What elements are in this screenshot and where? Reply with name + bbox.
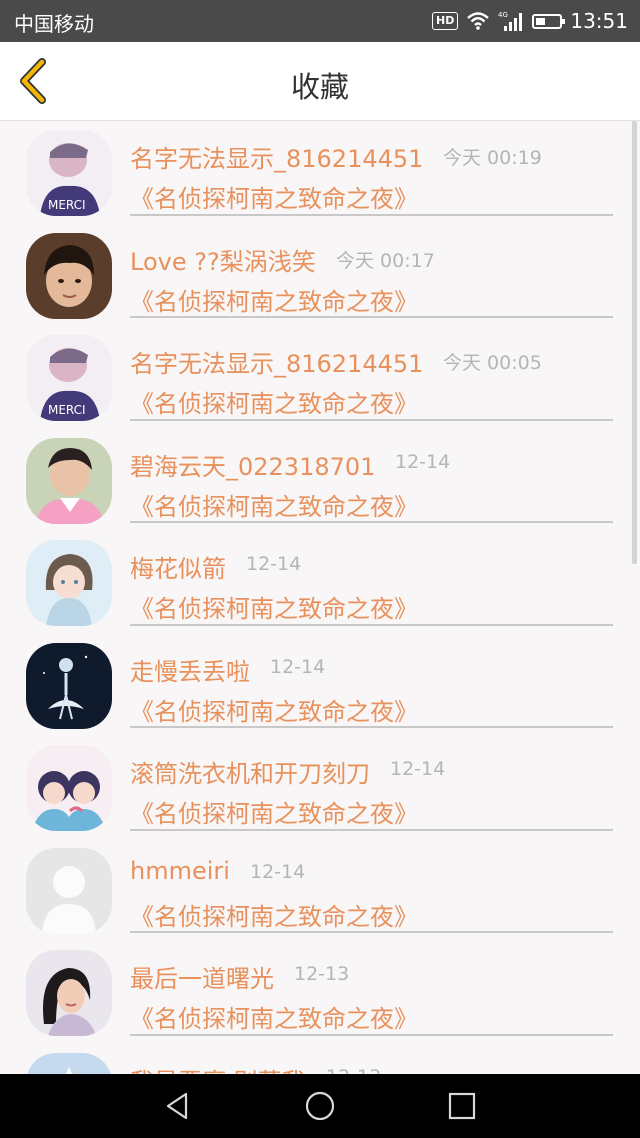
row-divider: [130, 213, 613, 216]
row-divider: [130, 521, 613, 523]
battery-level: [536, 17, 546, 25]
wifi-icon: [466, 11, 490, 31]
avatar: MERCI: [26, 130, 112, 216]
circle-home-icon: [305, 1091, 335, 1121]
item-username[interactable]: 梅花似箭: [130, 549, 226, 584]
item-time: 12-14: [390, 758, 446, 780]
list-item[interactable]: 梅花似箭 12-14 《名侦探柯南之致命之夜》: [0, 531, 640, 634]
nav-bar: 收藏: [0, 42, 640, 121]
battery-icon: [532, 13, 566, 29]
item-username[interactable]: 名字无法显示_816214451: [130, 344, 423, 379]
svg-text:MERCI: MERCI: [48, 403, 86, 417]
item-time: 12-14: [250, 860, 306, 883]
avatar: [26, 745, 112, 831]
item-time: 今天 00:17: [336, 249, 435, 272]
item-username[interactable]: 最后一道曙光: [130, 959, 274, 994]
status-bar: 中国移动 HD 4G 13:51: [0, 0, 640, 42]
avatar: MERCI: [26, 335, 112, 421]
hd-badge: HD: [432, 12, 459, 30]
item-username[interactable]: 我是恶魔 别惹我: [130, 1062, 306, 1075]
row-divider: [130, 623, 613, 626]
item-time: 今天 00:19: [443, 147, 542, 169]
item-title[interactable]: 《名侦探柯南之致命之夜》: [130, 589, 418, 624]
item-username[interactable]: 名字无法显示_816214451: [130, 139, 423, 174]
avatar: [26, 950, 112, 1036]
avatar: [26, 540, 112, 626]
row-divider: [130, 316, 613, 318]
system-nav-bar: [0, 1074, 640, 1138]
item-username[interactable]: 走慢丢丢啦: [130, 652, 250, 687]
item-title[interactable]: 《名侦探柯南之致命之夜》: [130, 999, 418, 1034]
item-title[interactable]: 《名侦探柯南之致命之夜》: [130, 692, 418, 727]
list-item[interactable]: 碧海云天_022318701 12-14 《名侦探柯南之致命之夜》: [0, 429, 640, 532]
row-divider: [130, 931, 613, 933]
item-username[interactable]: 碧海云天_022318701: [130, 447, 375, 482]
page-title: 收藏: [290, 70, 349, 104]
item-time: 12-13: [294, 963, 350, 985]
item-username[interactable]: Love ??梨涡浅笑: [130, 242, 316, 277]
triangle-back-icon: [166, 1092, 188, 1120]
carrier-label: 中国移动: [14, 12, 94, 36]
item-time: 今天 00:05: [443, 352, 542, 374]
home-nav-button[interactable]: [304, 1090, 336, 1122]
avatar: [26, 232, 112, 319]
signal-icon: 4G: [498, 10, 524, 32]
list-item[interactable]: Love ??梨涡浅笑 今天 00:17 《名侦探柯南之致命之夜》: [0, 224, 640, 327]
item-username[interactable]: hmmeiri: [130, 857, 230, 885]
item-time: 12-14: [246, 553, 302, 575]
item-title[interactable]: 《名侦探柯南之致命之夜》: [130, 897, 418, 932]
scrollbar[interactable]: [632, 121, 637, 564]
item-time: 12-13: [326, 1066, 381, 1075]
row-divider: [130, 828, 613, 831]
status-icons: HD 4G 13:51: [432, 8, 628, 34]
row-divider: [130, 726, 613, 728]
avatar: [26, 847, 112, 934]
favorites-list[interactable]: MERCI 名字无法显示_816214451 今天 00:19 《名侦探柯南之致…: [0, 121, 640, 1074]
avatar: [26, 1052, 112, 1074]
square-recents-icon: [448, 1092, 476, 1120]
list-item[interactable]: 最后一道曙光 12-13 《名侦探柯南之致命之夜》: [0, 941, 640, 1044]
item-title[interactable]: 《名侦探柯南之致命之夜》: [130, 487, 418, 522]
item-title[interactable]: 《名侦探柯南之致命之夜》: [130, 282, 418, 317]
item-title[interactable]: 《名侦探柯南之致命之夜》: [130, 794, 418, 829]
avatar: [26, 642, 112, 729]
item-title[interactable]: 《名侦探柯南之致命之夜》: [130, 384, 418, 419]
list-item[interactable]: MERCI 名字无法显示_816214451 今天 00:05 《名侦探柯南之致…: [0, 326, 640, 429]
item-username[interactable]: 滚筒洗衣机和开刀刻刀: [130, 754, 370, 789]
back-nav-button[interactable]: [162, 1090, 194, 1122]
list-item[interactable]: 滚筒洗衣机和开刀刻刀 12-14 《名侦探柯南之致命之夜》: [0, 736, 640, 839]
row-divider: [130, 1033, 613, 1036]
svg-text:MERCI: MERCI: [48, 198, 86, 212]
list-item[interactable]: MERCI 名字无法显示_816214451 今天 00:19 《名侦探柯南之致…: [0, 121, 640, 224]
list-item[interactable]: 我是恶魔 别惹我 12-13: [0, 1044, 640, 1075]
clock: 13:51: [570, 9, 628, 33]
list-item[interactable]: hmmeiri 12-14 《名侦探柯南之致命之夜》: [0, 839, 640, 942]
network-type-label: 4G: [498, 11, 508, 19]
item-title[interactable]: 《名侦探柯南之致命之夜》: [130, 179, 418, 214]
item-time: 12-14: [270, 655, 326, 678]
row-divider: [130, 418, 613, 421]
recents-nav-button[interactable]: [446, 1090, 478, 1122]
item-time: 12-14: [395, 450, 451, 473]
list-item[interactable]: 走慢丢丢啦 12-14 《名侦探柯南之致命之夜》: [0, 634, 640, 737]
avatar: [26, 437, 112, 524]
